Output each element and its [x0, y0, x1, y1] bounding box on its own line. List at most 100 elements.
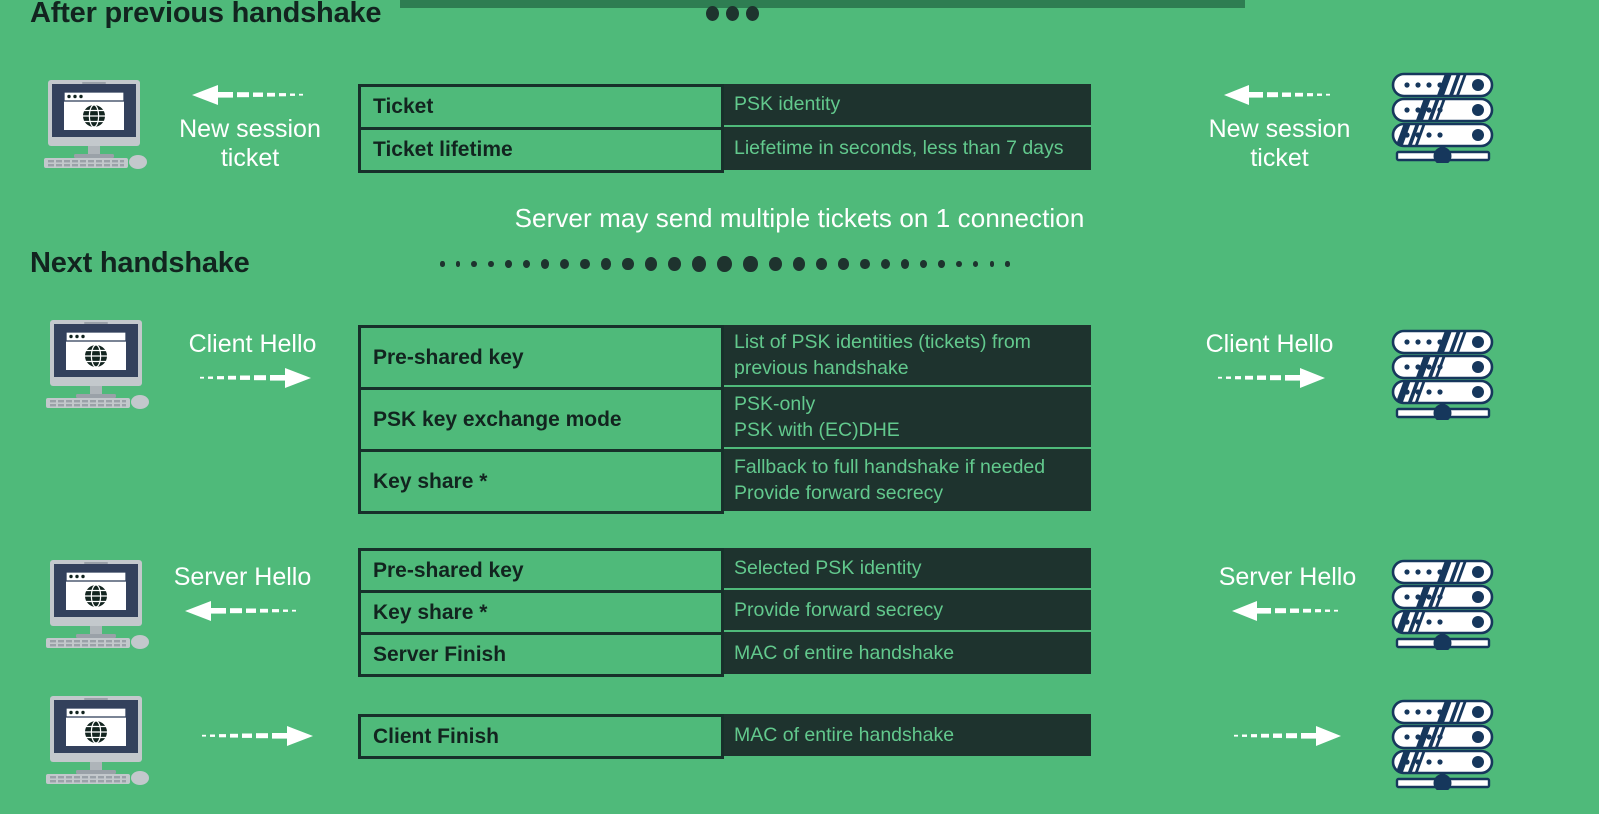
- note-server-may-send-multiple-tickets: Server may send multiple tickets on 1 co…: [514, 203, 1085, 233]
- table-row: Ticket PSK identity: [358, 84, 1091, 130]
- table-row: Client Finish MAC of entire handshake: [358, 714, 1091, 759]
- value-line: PSK identity: [734, 93, 841, 116]
- value-line: PSK-only: [734, 392, 816, 415]
- label-server-hello: Server Hello: [1218, 563, 1357, 591]
- separator-dot: [792, 257, 806, 271]
- table-new-session-ticket: Ticket PSK identity Ticket lifetime Lief…: [358, 84, 1091, 173]
- server-rack-icon: [1391, 72, 1494, 163]
- server-rack-icon: [1391, 329, 1494, 420]
- server-icon-row-server-hello: [1385, 555, 1500, 650]
- separator-dot: [880, 259, 890, 269]
- table-row: Pre-shared key Selected PSK identity: [358, 548, 1091, 593]
- label-client-hello: Client Hello: [188, 330, 317, 358]
- field-name: Pre-shared key: [358, 325, 724, 390]
- separator-dot: [768, 256, 782, 272]
- separator-dot: [455, 261, 461, 267]
- message-server-hello-client: Server Hello: [165, 563, 320, 631]
- message-client-finish-client: [190, 723, 320, 756]
- label-client-hello: Client Hello: [1205, 330, 1334, 358]
- value-line: MAC of entire handshake: [734, 641, 955, 664]
- table-row: PSK key exchange mode PSK-only PSK with …: [358, 387, 1091, 452]
- field-name: Client Finish: [358, 714, 724, 759]
- desktop-computer-browser-globe-icon: [46, 320, 149, 409]
- field-value: MAC of entire handshake: [724, 632, 1091, 674]
- value-line: MAC of entire handshake: [734, 723, 955, 746]
- arrow-left-dashed-icon: [1210, 598, 1365, 631]
- field-name: Pre-shared key: [358, 548, 724, 593]
- separator-dot: [440, 261, 445, 267]
- value-line: List of PSK identities (tickets) from: [734, 330, 1031, 353]
- client-icon-row-client-finish: [32, 694, 160, 786]
- desktop-computer-browser-globe-icon: [44, 80, 147, 169]
- arrow-right-dashed-icon: [1192, 365, 1347, 398]
- field-value: List of PSK identities (tickets) from pr…: [724, 325, 1091, 387]
- table-row: Ticket lifetime Liefetime in seconds, le…: [358, 127, 1091, 173]
- desktop-computer-browser-globe-icon: [46, 560, 149, 649]
- arrow-left-dashed-icon: [1202, 82, 1357, 115]
- value-line: Liefetime in seconds, less than 7 days: [734, 137, 1064, 160]
- field-value: Liefetime in seconds, less than 7 days: [724, 127, 1091, 170]
- separator-dot: [622, 257, 634, 271]
- message-client-finish-server: [1220, 723, 1350, 756]
- server-rack-icon: [1391, 699, 1494, 790]
- value-line: previous handshake: [734, 357, 909, 379]
- server-icon-row-ticket: [1385, 68, 1500, 163]
- separator-dot: [600, 258, 612, 270]
- field-name: Key share *: [358, 449, 724, 514]
- field-value: Selected PSK identity: [724, 548, 1091, 590]
- label-new-session-ticket-l1: New session: [1208, 115, 1351, 143]
- value-line: Provide forward secrecy: [734, 598, 944, 621]
- separator-dot: [973, 260, 979, 268]
- field-name: Server Finish: [358, 632, 724, 677]
- banner-ellipsis-icon: [706, 6, 759, 21]
- message-client-hello-client: Client Hello: [175, 330, 330, 398]
- field-name: Ticket: [358, 84, 724, 130]
- field-value: Fallback to full handshake if needed Pro…: [724, 449, 1091, 511]
- arrow-left-dashed-icon: [165, 598, 320, 631]
- desktop-computer-browser-globe-icon: [46, 696, 149, 785]
- separator-dot: [541, 259, 550, 269]
- separator-dot: [1005, 261, 1010, 267]
- arrow-right-dashed-icon: [175, 365, 330, 398]
- separator-dot: [692, 256, 707, 272]
- field-value: MAC of entire handshake: [724, 714, 1091, 756]
- table-row: Server Finish MAC of entire handshake: [358, 632, 1091, 677]
- separator-dot: [487, 260, 494, 268]
- arrow-right-dashed-icon: [1220, 723, 1350, 756]
- field-name: Ticket lifetime: [358, 127, 724, 173]
- separator-dot: [919, 259, 928, 269]
- field-value: PSK-only PSK with (EC)DHE: [724, 387, 1091, 449]
- value-line: PSK with (EC)DHE: [734, 419, 900, 441]
- table-client-hello: Pre-shared key List of PSK identities (t…: [358, 325, 1091, 514]
- client-icon-row-ticket: [30, 78, 158, 170]
- separator-dot: [743, 256, 758, 272]
- client-icon-row-server-hello: [32, 558, 160, 650]
- label-server-hello: Server Hello: [173, 563, 312, 591]
- message-server-hello-server: Server Hello: [1210, 563, 1365, 631]
- separator-dot: [900, 259, 909, 269]
- value-line: Fallback to full handshake if needed: [734, 455, 1046, 478]
- field-name: Key share *: [358, 590, 724, 635]
- separator-dot: [504, 260, 512, 268]
- table-row: Key share * Fallback to full handshake i…: [358, 449, 1091, 514]
- table-server-hello: Pre-shared key Selected PSK identity Key…: [358, 548, 1091, 677]
- dot-separator-rule: [440, 252, 1010, 276]
- client-icon-row-client-hello: [32, 318, 160, 410]
- table-row: Pre-shared key List of PSK identities (t…: [358, 325, 1091, 390]
- separator-dot: [580, 258, 590, 270]
- separator-dot: [717, 255, 733, 273]
- separator-dot: [644, 257, 658, 271]
- table-row: Key share * Provide forward secrecy: [358, 590, 1091, 635]
- separator-dot: [668, 256, 682, 272]
- label-new-session-ticket-l2: ticket: [220, 144, 280, 172]
- separator-dot: [560, 259, 570, 269]
- label-new-session-ticket-l2: ticket: [1250, 144, 1309, 172]
- separator-dot: [838, 258, 849, 270]
- separator-dot: [860, 258, 870, 270]
- message-new-session-ticket-server: New session ticket: [1202, 82, 1357, 173]
- arrow-right-dashed-icon: [190, 723, 320, 756]
- server-rack-icon: [1391, 559, 1494, 650]
- separator-dot: [989, 261, 995, 267]
- separator-dot: [956, 260, 963, 268]
- field-value: Provide forward secrecy: [724, 590, 1091, 632]
